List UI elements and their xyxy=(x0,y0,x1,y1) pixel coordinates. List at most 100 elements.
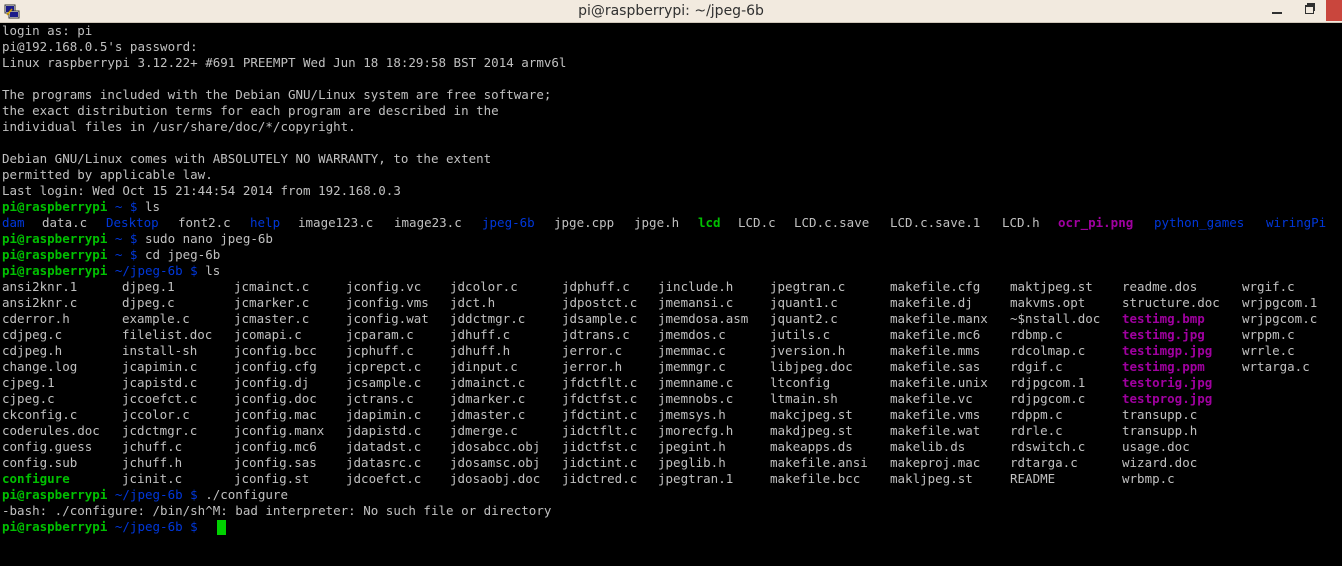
directory-entry: help xyxy=(250,215,281,230)
file-entry: ltmain.sh xyxy=(770,391,838,406)
output-line: pi@192.168.0.5's password: xyxy=(2,39,198,54)
file-entry: jdphuff.c xyxy=(562,279,630,294)
file-entry: jpge.cpp xyxy=(554,215,615,230)
file-entry: jcomapi.c xyxy=(234,327,302,342)
prompt-path: ~/jpeg-6b $ xyxy=(107,487,206,502)
file-entry: jctrans.c xyxy=(346,391,414,406)
file-entry: jcapistd.c xyxy=(122,375,198,390)
file-entry: makefile.vms xyxy=(890,407,981,422)
file-entry: jdtrans.c xyxy=(562,327,630,342)
command-text: ls xyxy=(145,199,161,214)
directory-entry: Desktop xyxy=(106,215,159,230)
file-entry: maktjpeg.st xyxy=(1010,279,1093,294)
file-entry: LCD.c.save.1 xyxy=(890,215,981,230)
minimize-icon xyxy=(1272,12,1282,14)
terminal[interactable]: login as: pi pi@192.168.0.5's password: Li… xyxy=(0,23,1342,566)
file-entry: jccolor.c xyxy=(122,407,190,422)
file-entry: structure.doc xyxy=(1122,295,1220,310)
file-entry: jchuff.h xyxy=(122,455,183,470)
prompt-path: ~ $ xyxy=(107,247,145,262)
close-button[interactable] xyxy=(1326,0,1342,21)
file-entry: image123.c xyxy=(298,215,374,230)
maximize-button[interactable] xyxy=(1294,0,1326,21)
file-entry: config.guess xyxy=(2,439,93,454)
file-entry: makcjpeg.st xyxy=(770,407,853,422)
file-entry: README xyxy=(1010,471,1056,486)
file-entry: example.c xyxy=(122,311,190,326)
output-line: Linux raspberrypi 3.12.22+ #691 PREEMPT … xyxy=(2,55,567,70)
file-entry: jdatasrc.c xyxy=(346,455,422,470)
command-line: pi@raspberrypi ~/jpeg-6b $ xyxy=(2,519,205,535)
file-entry: jpeglib.h xyxy=(658,455,726,470)
file-entry: ansi2knr.c xyxy=(2,295,78,310)
file-entry: makefile.mms xyxy=(890,343,981,358)
prompt-path: ~/jpeg-6b $ xyxy=(107,263,206,278)
file-entry: jpge.h xyxy=(634,215,680,230)
file-entry: transupp.h xyxy=(1122,423,1198,438)
file-entry: wrbmp.c xyxy=(1122,471,1175,486)
output-line: The programs included with the Debian GN… xyxy=(2,87,552,102)
file-entry: jdapistd.c xyxy=(346,423,422,438)
file-entry: makljpeg.st xyxy=(890,471,973,486)
command-line: pi@raspberrypi ~/jpeg-6b $ ./configure xyxy=(2,487,288,503)
file-entry: jdapimin.c xyxy=(346,407,422,422)
file-entry: jdatadst.c xyxy=(346,439,422,454)
file-entry: LCD.h xyxy=(1002,215,1040,230)
file-entry: makefile.cfg xyxy=(890,279,981,294)
file-entry: makefile.sas xyxy=(890,359,981,374)
file-entry: jdpostct.c xyxy=(562,295,638,310)
prompt-user: pi@raspberrypi xyxy=(2,247,108,262)
file-entry: jconfig.mac xyxy=(234,407,317,422)
file-entry: cderror.h xyxy=(2,311,70,326)
file-entry: jquant1.c xyxy=(770,295,838,310)
file-entry: config.sub xyxy=(2,455,78,470)
output-line: permitted by applicable law. xyxy=(2,167,213,182)
file-entry: usage.doc xyxy=(1122,439,1190,454)
file-entry: jdct.h xyxy=(450,295,496,310)
file-entry: image23.c xyxy=(394,215,462,230)
file-entry: jdinput.c xyxy=(450,359,518,374)
file-entry: makefile.bcc xyxy=(770,471,861,486)
file-entry: jidctred.c xyxy=(562,471,638,486)
file-entry: jconfig.vms xyxy=(346,295,429,310)
prompt-path: ~/jpeg-6b $ xyxy=(107,519,206,534)
file-entry: cjpeg.1 xyxy=(2,375,55,390)
directory-entry: wiringPi xyxy=(1266,215,1327,230)
file-entry: jcphuff.c xyxy=(346,343,414,358)
window-titlebar[interactable]: pi@raspberrypi: ~/jpeg-6b xyxy=(0,0,1342,23)
file-entry: rdswitch.c xyxy=(1010,439,1086,454)
file-entry: jdmerge.c xyxy=(450,423,518,438)
file-entry: filelist.doc xyxy=(122,327,213,342)
file-entry: wizard.doc xyxy=(1122,455,1198,470)
file-entry: jdosabcc.obj xyxy=(450,439,541,454)
terminal-cursor xyxy=(217,520,226,535)
file-entry: jcprepct.c xyxy=(346,359,422,374)
file-entry: jccoefct.c xyxy=(122,391,198,406)
minimize-button[interactable] xyxy=(1261,0,1293,21)
command-line: pi@raspberrypi ~ $ ls xyxy=(2,199,160,215)
file-entry: font2.c xyxy=(178,215,231,230)
file-entry: testimg.bmp xyxy=(1122,311,1205,326)
file-entry: jdmainct.c xyxy=(450,375,526,390)
file-entry: wrtarga.c xyxy=(1242,359,1310,374)
file-entry: configure xyxy=(2,471,70,486)
file-entry: testimg.ppm xyxy=(1122,359,1205,374)
file-entry: testimg.jpg xyxy=(1122,327,1205,342)
file-entry: jconfig.manx xyxy=(234,423,325,438)
file-entry: makefile.wat xyxy=(890,423,981,438)
file-entry: testimgp.jpg xyxy=(1122,343,1213,358)
file-entry: makefile.vc xyxy=(890,391,973,406)
prompt-path: ~ $ xyxy=(107,199,145,214)
file-entry: jconfig.cfg xyxy=(234,359,317,374)
file-entry: jcapimin.c xyxy=(122,359,198,374)
file-entry: rdppm.c xyxy=(1010,407,1063,422)
output-line: Last login: Wed Oct 15 21:44:54 2014 fro… xyxy=(2,183,401,198)
file-entry: ckconfig.c xyxy=(2,407,78,422)
file-entry: jmemsys.h xyxy=(658,407,726,422)
file-entry: lcd xyxy=(698,215,721,230)
file-entry: jmemmgr.c xyxy=(658,359,726,374)
file-entry: jfdctfst.c xyxy=(562,391,638,406)
file-entry: rdgif.c xyxy=(1010,359,1063,374)
file-entry: jmemnobs.c xyxy=(658,391,734,406)
prompt-user: pi@raspberrypi xyxy=(2,263,108,278)
